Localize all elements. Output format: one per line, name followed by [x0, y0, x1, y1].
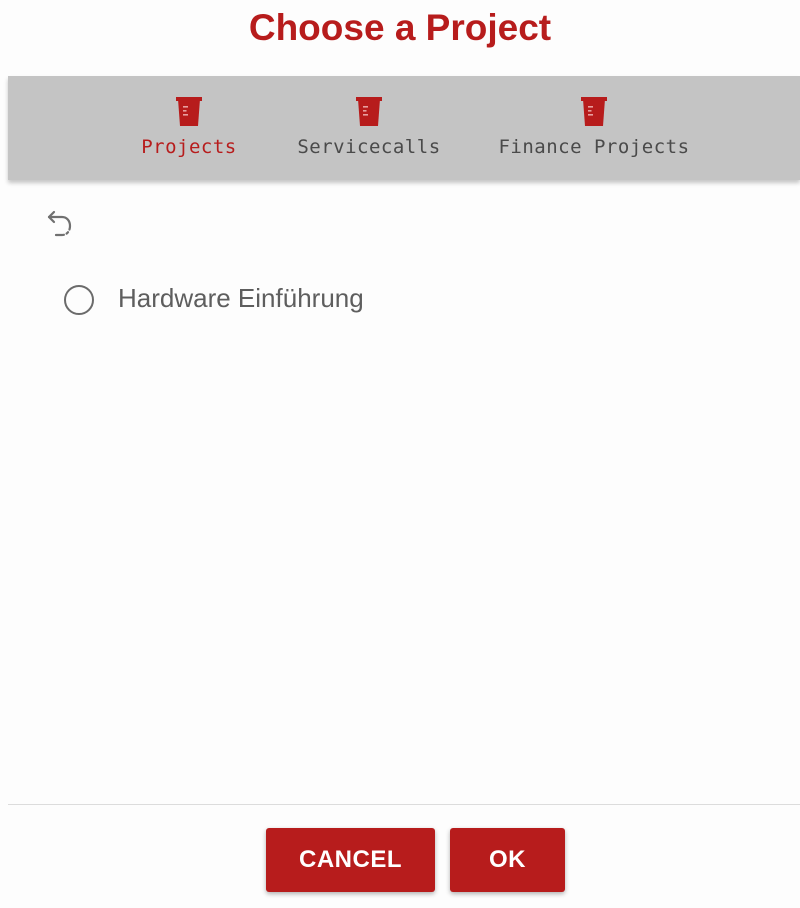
project-list: Hardware Einführung	[0, 270, 800, 330]
project-radio[interactable]	[64, 285, 94, 315]
beaker-icon	[356, 97, 382, 126]
tab-bar: Projects Servicecalls Finance Projects	[8, 76, 800, 180]
divider	[8, 804, 800, 805]
dialog-title: Choose a Project	[248, 7, 552, 48]
cancel-button[interactable]: CANCEL	[266, 828, 435, 892]
tab-projects[interactable]: Projects	[134, 76, 244, 180]
tab-finance-projects-label: Finance Projects	[498, 136, 690, 158]
list-item[interactable]: Hardware Einführung	[0, 270, 800, 330]
ok-button[interactable]: OK	[450, 828, 565, 892]
list-item-label: Hardware Einführung	[118, 283, 364, 313]
undo-arrow-icon	[47, 210, 72, 237]
back-button[interactable]	[40, 204, 80, 244]
tab-projects-label: Projects	[141, 136, 237, 158]
tab-servicecalls[interactable]: Servicecalls	[294, 76, 444, 180]
choose-project-dialog: Choose a Project Projects Servicecalls F…	[0, 0, 800, 908]
tab-finance-projects[interactable]: Finance Projects	[496, 76, 692, 180]
tab-servicecalls-label: Servicecalls	[297, 136, 441, 158]
beaker-icon	[176, 97, 202, 126]
beaker-icon	[581, 97, 607, 126]
